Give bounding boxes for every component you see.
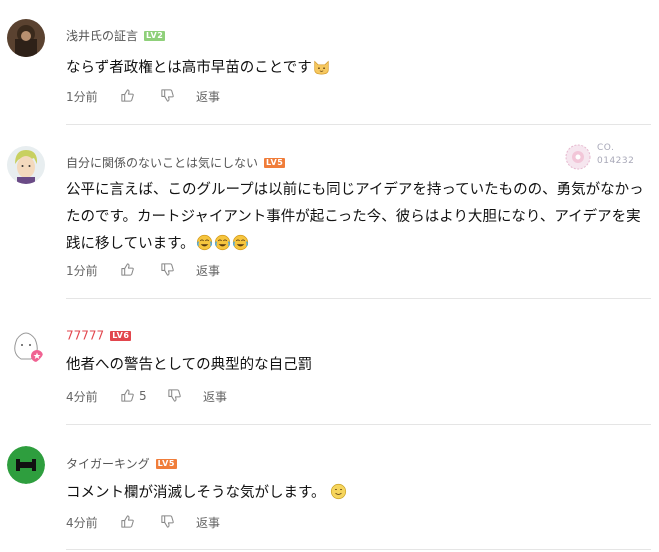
timestamp: 4分前: [66, 390, 98, 404]
divider: [66, 424, 651, 425]
comment-text: 他者への警告としての典型的な自己罰: [66, 357, 313, 373]
thumbs-down-icon: [161, 515, 174, 528]
timestamp: 1分前: [66, 264, 98, 278]
username-row: 自分に関係のないことは気にしない LV5: [66, 154, 286, 171]
dislike-button[interactable]: [160, 88, 175, 103]
thumbs-down-icon: [161, 263, 174, 276]
badge-number: 014232: [597, 156, 635, 166]
reply-button[interactable]: 返事: [196, 262, 220, 279]
like-button[interactable]: [120, 262, 139, 277]
like-button[interactable]: 5: [120, 388, 147, 403]
avatar[interactable]: [7, 446, 45, 484]
reply-button[interactable]: 返事: [196, 514, 220, 531]
timestamp: 1分前: [66, 90, 98, 104]
thumbs-up-icon: [121, 389, 134, 402]
comment-text: コメント欄が消滅しそうな気がします。: [66, 480, 645, 507]
level-badge: LV6: [110, 330, 132, 341]
level-badge: LV5: [155, 458, 177, 469]
level-badge: LV5: [264, 157, 286, 168]
avatar[interactable]: [7, 19, 45, 57]
crying-laughing-emoji-icon: [196, 234, 212, 251]
username[interactable]: 自分に関係のないことは気にしない: [66, 156, 258, 170]
timestamp: 4分前: [66, 516, 98, 530]
thumbs-down-icon: [161, 89, 174, 102]
thumbs-up-icon: [121, 515, 134, 528]
badge-code: CO.: [597, 143, 615, 153]
dislike-button[interactable]: [160, 514, 175, 529]
username-row: タイガーキング LV5: [66, 455, 177, 472]
cat-face-emoji-icon: [314, 60, 329, 75]
username[interactable]: 77777: [66, 329, 104, 343]
comment-text: 公平に言えば、このグループは以前にも同じアイデアを持っていたものの、勇気がなかっ…: [66, 182, 644, 252]
dislike-button[interactable]: [160, 262, 175, 277]
fan-badge: CO. 014232: [563, 142, 645, 172]
thumbs-up-icon: [121, 89, 134, 102]
username-row: 浅井氏の証言 LV2: [66, 27, 166, 44]
divider: [66, 124, 651, 125]
smiling-face-emoji-icon: [330, 483, 346, 500]
like-button[interactable]: [120, 514, 139, 529]
thumbs-up-icon: [121, 263, 134, 276]
divider: [66, 298, 651, 299]
dislike-button[interactable]: [167, 388, 182, 403]
username[interactable]: 浅井氏の証言: [66, 29, 138, 43]
avatar[interactable]: [7, 327, 45, 365]
level-badge: LV2: [144, 30, 166, 41]
thumbs-down-icon: [168, 389, 181, 402]
divider: [66, 549, 651, 550]
crying-laughing-emoji-icon: [214, 234, 230, 251]
username-row: 77777 LV6: [66, 328, 132, 343]
username[interactable]: タイガーキング: [66, 457, 150, 471]
crying-laughing-emoji-icon: [232, 234, 248, 251]
like-button[interactable]: [120, 88, 139, 103]
reply-button[interactable]: 返事: [196, 88, 220, 105]
comment-text: ならず者政権とは高市早苗のことです: [66, 55, 645, 82]
flower-badge-icon: [565, 144, 591, 170]
avatar[interactable]: [7, 146, 45, 184]
like-count: 5: [139, 388, 147, 403]
reply-button[interactable]: 返事: [203, 388, 227, 405]
